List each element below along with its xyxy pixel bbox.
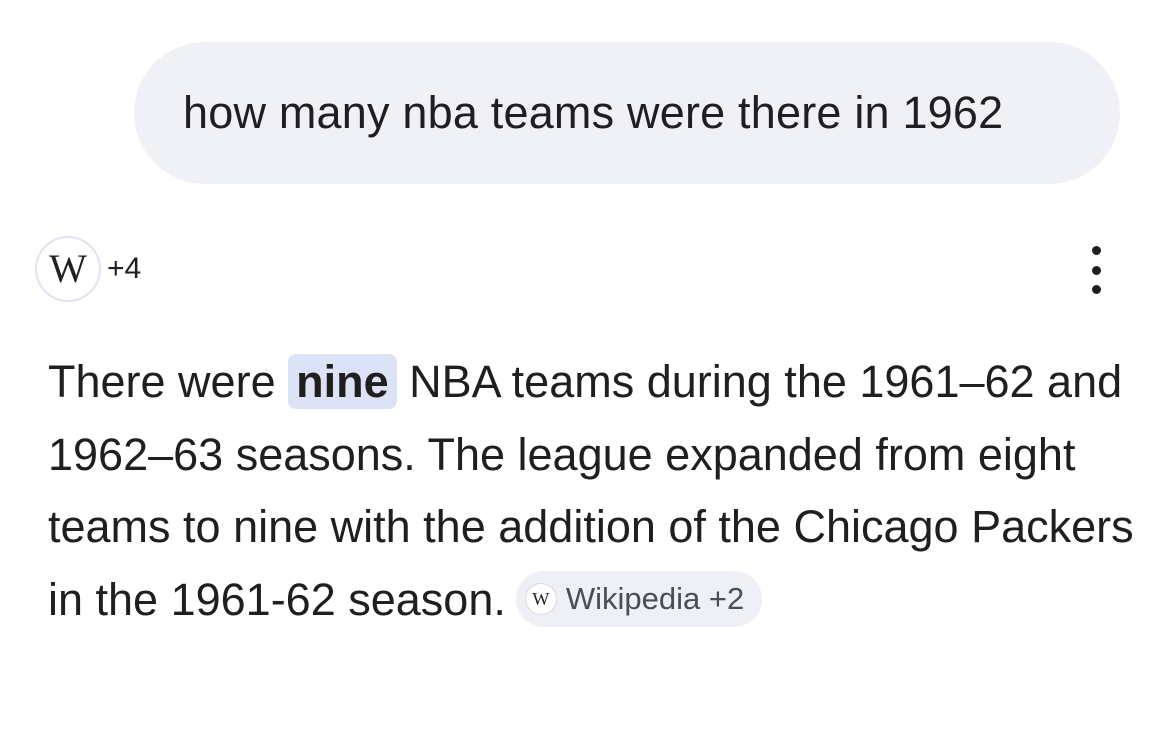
sources-row[interactable]: W +4 bbox=[37, 238, 141, 300]
answer-part1: There were bbox=[48, 356, 289, 407]
user-query-bubble: how many nba teams were there in 1962 bbox=[134, 42, 1120, 184]
source-count: +4 bbox=[107, 252, 142, 285]
source-chip-label: Wikipedia +2 bbox=[565, 581, 745, 617]
source-chip[interactable]: W Wikipedia +2 bbox=[515, 570, 763, 627]
more-options-button[interactable] bbox=[1078, 246, 1114, 294]
answer-text: There were nine NBA teams during the 196… bbox=[48, 346, 1148, 636]
highlighted-answer: nine bbox=[288, 354, 397, 409]
wikipedia-icon: W bbox=[37, 238, 99, 300]
user-query-text: how many nba teams were there in 1962 bbox=[183, 87, 1004, 138]
wikipedia-small-icon: W bbox=[525, 583, 556, 614]
chip-icon-glyph: W bbox=[532, 588, 550, 609]
more-vert-icon bbox=[1091, 246, 1101, 255]
wikipedia-icon-glyph: W bbox=[49, 246, 87, 291]
